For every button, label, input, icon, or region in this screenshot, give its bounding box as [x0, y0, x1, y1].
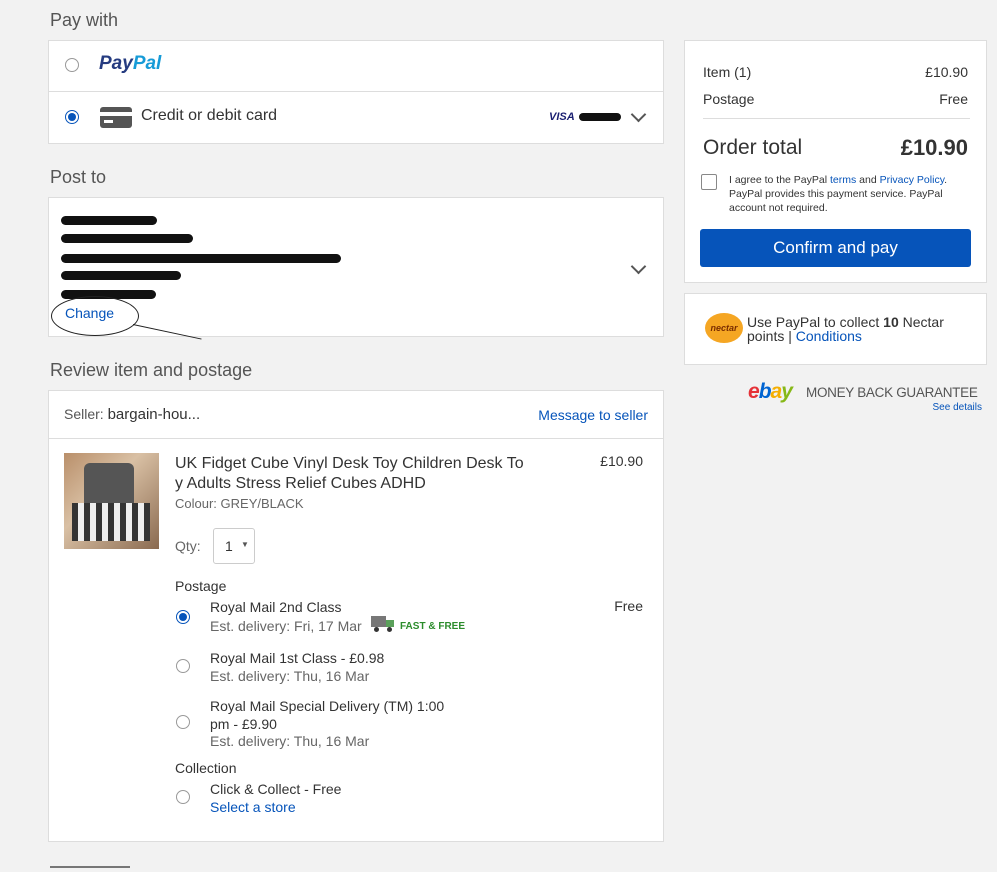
- review-panel: Seller: bargain-hou... Message to seller…: [48, 390, 664, 842]
- postage-option-name: Royal Mail Special Delivery (TM) 1:00 pm…: [210, 698, 445, 732]
- postage-option-radio[interactable]: [176, 659, 190, 673]
- delivery-truck-icon: [371, 615, 395, 632]
- privacy-policy-link[interactable]: Privacy Policy: [880, 174, 945, 186]
- card-label: Credit or debit card: [141, 107, 278, 124]
- order-total-label: Order total: [703, 136, 803, 159]
- collection-option-name: Click & Collect - Free: [210, 781, 342, 797]
- item-thumbnail[interactable]: [64, 453, 159, 549]
- nectar-panel: nectar Use PayPal to collect 10 Nectar p…: [684, 293, 987, 365]
- dropdown-caret-icon: ▼: [241, 540, 249, 549]
- nectar-text: Use PayPal to collect 10 Nectar points |…: [747, 314, 944, 344]
- collection-label: Collection: [175, 760, 237, 776]
- summary-divider: [703, 118, 970, 119]
- next-section-heading-clipped: [50, 864, 140, 872]
- hand-drawn-stroke: [132, 324, 202, 340]
- postage-option-delivery: Est. delivery: Fri, 17 Mar: [210, 618, 362, 634]
- summary-postage-value: Free: [939, 91, 968, 107]
- item-price: £10.90: [600, 453, 643, 469]
- postage-option-price: Free: [614, 598, 643, 614]
- card-radio[interactable]: [65, 110, 79, 124]
- chevron-down-icon[interactable]: [630, 106, 647, 123]
- fast-free-badge: FAST & FREE: [400, 621, 466, 632]
- qty-select[interactable]: 1 ▼: [213, 528, 255, 564]
- qty-label: Qty:: [175, 538, 201, 554]
- order-total-value: £10.90: [900, 135, 968, 160]
- change-address-link[interactable]: Change: [65, 305, 114, 321]
- summary-postage-label: Postage: [703, 91, 755, 107]
- redacted-card-number: [579, 113, 621, 121]
- summary-item-label: Item (1): [703, 64, 752, 80]
- redacted-address-line: [61, 271, 181, 280]
- redacted-address-line: [61, 254, 341, 263]
- postage-option-radio[interactable]: [176, 715, 190, 729]
- postage-option-delivery: Est. delivery: Thu, 16 Mar: [210, 668, 370, 684]
- summary-item-value: £10.90: [925, 64, 968, 80]
- seller-row: Seller: bargain-hou... Message to seller: [49, 391, 663, 439]
- nectar-logo: nectar: [705, 313, 743, 343]
- confirm-and-pay-button[interactable]: Confirm and pay: [700, 229, 971, 267]
- ebay-logo: ebay: [748, 380, 793, 403]
- chevron-down-icon[interactable]: [630, 258, 647, 275]
- item-title[interactable]: UK Fidget Cube Vinyl Desk Toy Children D…: [175, 454, 524, 494]
- nectar-conditions-link[interactable]: Conditions: [796, 328, 862, 344]
- payment-methods-panel: PayPal Credit or debit card VISA: [48, 40, 664, 144]
- message-seller-link[interactable]: Message to seller: [538, 407, 648, 423]
- paypal-terms-link[interactable]: terms: [830, 174, 856, 186]
- seller-name: bargain-hou...: [107, 406, 201, 423]
- redacted-address-line: [61, 234, 193, 243]
- address-panel: Change: [48, 197, 664, 340]
- postage-option-name: Royal Mail 1st Class - £0.98: [210, 650, 385, 666]
- postage-label: Postage: [175, 578, 227, 594]
- item-colour: Colour: GREY/BLACK: [175, 496, 304, 511]
- money-back-guarantee-text: MONEY BACK GUARANTEE: [806, 385, 978, 400]
- agree-text: I agree to the PayPal terms and Privacy …: [729, 174, 948, 214]
- card-option[interactable]: Credit or debit card VISA: [49, 92, 663, 143]
- credit-card-icon: [100, 107, 132, 128]
- select-store-link[interactable]: Select a store: [210, 799, 296, 815]
- agree-checkbox[interactable]: [701, 174, 717, 190]
- post-to-title: Post to: [50, 167, 107, 187]
- review-title: Review item and postage: [50, 360, 253, 380]
- seller-label: Seller: bargain-hou...: [64, 406, 201, 423]
- see-details-link[interactable]: See details: [933, 402, 982, 413]
- paypal-radio[interactable]: [65, 58, 79, 72]
- redacted-address-line: [61, 216, 157, 225]
- visa-logo: VISA: [549, 111, 575, 123]
- postage-option-delivery: Est. delivery: Thu, 16 Mar: [210, 733, 370, 749]
- collection-option-radio[interactable]: [176, 790, 190, 804]
- paypal-option[interactable]: PayPal: [49, 41, 663, 92]
- paypal-logo: PayPal: [99, 53, 162, 74]
- postage-option-name: Royal Mail 2nd Class: [210, 599, 342, 615]
- order-summary-panel: Item (1) £10.90 Postage Free Order total…: [684, 40, 987, 283]
- postage-option-radio[interactable]: [176, 610, 190, 624]
- pay-with-title: Pay with: [50, 10, 119, 30]
